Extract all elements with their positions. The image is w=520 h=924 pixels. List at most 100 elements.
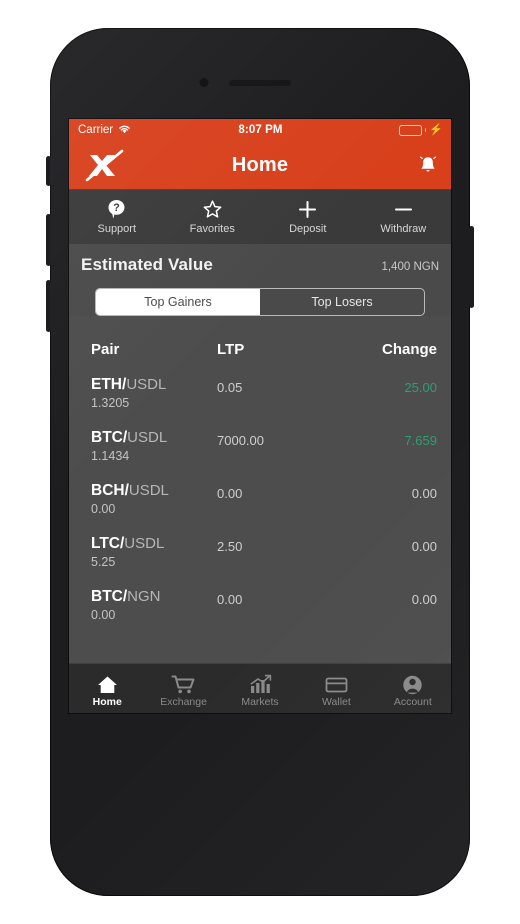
table-row[interactable]: BTC/NGN 0.00 0.00 0.00 (69, 580, 451, 633)
tab-top-losers[interactable]: Top Losers (260, 289, 424, 315)
quick-action-label: Support (97, 223, 137, 235)
phone-frame: Carrier 8:07 PM ⚡ Home ? Support Favorit… (46, 28, 474, 896)
tab-exchange[interactable]: Exchange (145, 664, 221, 713)
status-bar-left: Carrier (78, 124, 238, 137)
pair-symbol: BTC/NGN (91, 588, 217, 606)
table-row[interactable]: BCH/USDL 0.00 0.00 0.00 (69, 474, 451, 527)
pair-quote: NGN (127, 588, 161, 605)
silent-switch[interactable] (46, 156, 51, 186)
pair-subvalue: 1.1434 (91, 448, 130, 463)
pair-subvalue: 5.25 (91, 554, 116, 569)
estimated-value-row: Estimated Value 1,400 NGN (81, 255, 439, 275)
battery-nub (424, 128, 427, 132)
ltp-value: 2.50 (217, 539, 243, 554)
estimated-value-title: Estimated Value (81, 255, 213, 274)
pair-cell: LTC/USDL 5.25 (91, 535, 217, 569)
bottom-tab-bar: Home Exchange Markets Wallet Account (69, 663, 451, 713)
pair-symbol: BTC/USDL (91, 429, 217, 447)
status-bar-right: ⚡ (283, 123, 444, 136)
table-header-row: Pair LTP Change (69, 329, 451, 368)
x-logo-icon[interactable] (82, 145, 132, 185)
star-outline-icon (202, 199, 223, 220)
ltp-value: 0.00 (217, 592, 243, 607)
column-header-change: Change (381, 341, 437, 358)
table-row[interactable]: BTC/USDL 1.1434 7000.00 7.659 (69, 421, 451, 474)
cart-icon (171, 670, 196, 695)
battery-full-icon (398, 124, 422, 136)
pair-cell: BTC/NGN 0.00 (91, 588, 217, 622)
tab-top-gainers[interactable]: Top Gainers (96, 289, 260, 315)
carrier-label: Carrier (78, 124, 114, 136)
pair-cell: ETH/USDL 1.3205 (91, 376, 217, 410)
pair-subvalue: 0.00 (91, 607, 116, 622)
pair-cell: BTC/USDL 1.1434 (91, 429, 217, 463)
change-value: 0.00 (411, 539, 437, 554)
pair-quote: USDL (127, 429, 168, 446)
pair-base: ETH/ (91, 376, 127, 393)
tab-label: Exchange (160, 695, 207, 708)
ltp-value: 0.05 (217, 380, 243, 395)
pair-subvalue: 1.3205 (91, 395, 130, 410)
change-value: 7.659 (404, 433, 437, 448)
lightning-bolt-icon: ⚡ (429, 123, 444, 136)
question-mark-icon: ? (107, 199, 126, 220)
home-icon (96, 670, 119, 695)
tab-wallet[interactable]: Wallet (298, 664, 374, 713)
pair-quote: USDL (126, 376, 167, 393)
market-table: Pair LTP Change ETH/USDL 1.3205 0.05 25.00 B… (69, 329, 451, 633)
svg-text:?: ? (113, 202, 120, 214)
quick-action-support[interactable]: ? Support (69, 190, 165, 244)
quick-actions-bar: ? Support Favorites Deposit Withdraw (69, 189, 451, 244)
pair-symbol: LTC/USDL (91, 535, 217, 553)
table-body: ETH/USDL 1.3205 0.05 25.00 BTC/USDL 1.1434 700… (69, 368, 451, 633)
pair-subvalue: 0.00 (91, 501, 116, 516)
change-value: 0.00 (411, 486, 437, 501)
phone-screen: Carrier 8:07 PM ⚡ Home ? Support Favorit… (68, 118, 452, 714)
table-row[interactable]: ETH/USDL 1.3205 0.05 25.00 (69, 368, 451, 421)
app-header: Home (69, 141, 451, 189)
ltp-value: 7000.00 (217, 433, 264, 448)
table-row[interactable]: LTC/USDL 5.25 2.50 0.00 (69, 527, 451, 580)
ltp-value: 0.00 (217, 486, 243, 501)
quick-action-withdraw[interactable]: Withdraw (356, 190, 452, 244)
volume-down-button[interactable] (46, 280, 51, 332)
earpiece-speaker (229, 80, 291, 86)
pair-cell: BCH/USDL 0.00 (91, 482, 217, 516)
pair-symbol: BCH/USDL (91, 482, 217, 500)
segmented-control[interactable]: Top Gainers Top Losers (95, 288, 425, 316)
status-bar: Carrier 8:07 PM ⚡ (69, 119, 451, 141)
quick-action-label: Favorites (189, 223, 235, 235)
pair-symbol: ETH/USDL (91, 376, 217, 394)
pair-base: BTC/ (91, 429, 128, 446)
pair-base: BCH/ (91, 482, 129, 499)
column-header-ltp: LTP (217, 341, 245, 358)
quick-action-deposit[interactable]: Deposit (260, 190, 356, 244)
quick-action-label: Deposit (289, 223, 327, 235)
change-value: 0.00 (411, 592, 437, 607)
quick-action-label: Withdraw (380, 223, 427, 235)
tab-label: Account (393, 695, 432, 708)
plus-icon (297, 199, 318, 220)
card-icon (324, 670, 349, 695)
pair-base: BTC/ (91, 588, 128, 605)
quick-action-favorites[interactable]: Favorites (165, 190, 261, 244)
tab-account[interactable]: Account (375, 664, 451, 713)
front-camera (199, 78, 209, 87)
power-button[interactable] (469, 226, 474, 308)
tab-home[interactable]: Home (69, 664, 145, 713)
change-value: 25.00 (404, 380, 437, 395)
bell-icon[interactable] (418, 154, 438, 176)
estimated-value-amount: 1,400 NGN (381, 261, 439, 273)
estimated-value-section: Estimated Value 1,400 NGN Top Gainers To… (69, 244, 451, 316)
minus-icon (393, 199, 414, 220)
tab-label: Markets (241, 695, 279, 708)
tab-markets[interactable]: Markets (222, 664, 298, 713)
tab-label: Wallet (322, 695, 351, 708)
person-icon (401, 670, 424, 695)
column-header-pair: Pair (91, 341, 120, 358)
status-bar-time: 8:07 PM (238, 124, 283, 136)
wifi-icon (118, 124, 131, 137)
volume-up-button[interactable] (46, 214, 51, 266)
tab-label: Home (92, 695, 122, 708)
bar-chart-icon (248, 670, 273, 695)
